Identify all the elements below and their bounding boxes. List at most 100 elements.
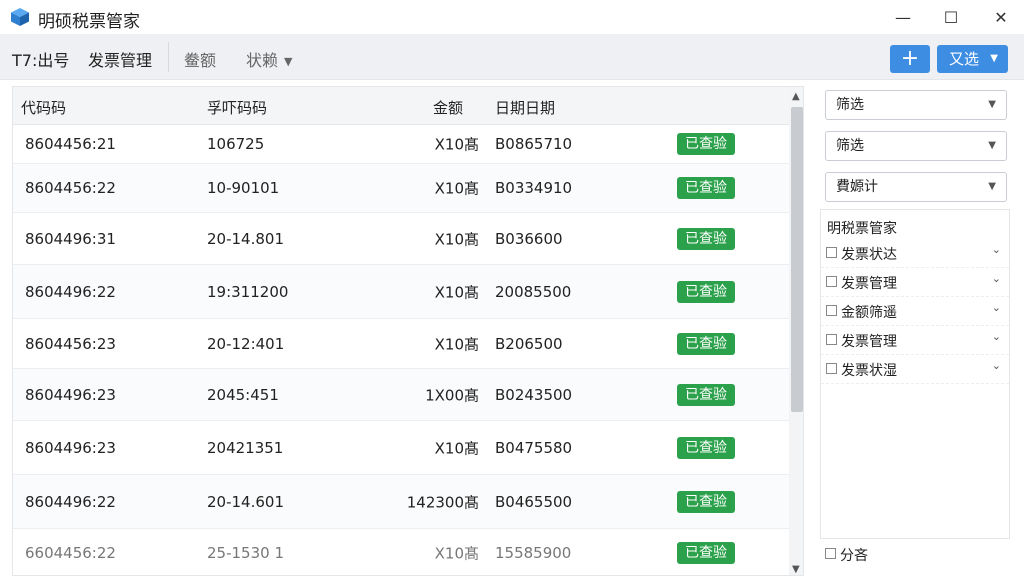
caret-down-icon: ▼ — [988, 181, 996, 192]
table-row[interactable]: 8604496:22 20-14.601 142300髙 B0465500 已查验 — [13, 475, 789, 529]
status-badge: 已查验 — [677, 436, 735, 459]
table-row[interactable]: 8604496:23 20421351 X10髙 B0475580 已查验 — [13, 421, 789, 475]
filter-label: 发票状湿 — [841, 363, 897, 379]
chevron-down-icon[interactable]: ⌄ — [992, 359, 1001, 372]
title-bar: 明硕税票管家 — ☐ ✕ — [0, 0, 1024, 34]
cell-amount: X10髙 — [434, 179, 479, 198]
cell-code: 8604456:22 — [25, 179, 116, 197]
bottom-checkbox[interactable] — [825, 548, 836, 559]
table-row[interactable]: 8604496:23 2045:451 1X00髙 B0243500 已查验 — [13, 369, 789, 421]
toolbar-item-invoice-management[interactable]: 发票管理 — [88, 47, 152, 71]
cell-amount: X10髙 — [434, 439, 479, 457]
cell-number: 10-90101 — [207, 179, 280, 197]
chevron-down-icon[interactable]: ⌄ — [992, 243, 1001, 256]
scrollbar-thumb[interactable] — [791, 107, 803, 412]
filter-dropdown-1[interactable]: 筛选 ▼ — [825, 90, 1007, 120]
filter-label: 发票管理 — [841, 334, 897, 350]
cell-amount: X10髙 — [434, 335, 479, 353]
cell-number: 20421351 — [207, 438, 284, 457]
cell-code: 8604496:23 — [25, 385, 116, 404]
chevron-down-icon[interactable]: ⌄ — [992, 330, 1001, 343]
toolbar-item-status[interactable]: 状赖 ▼ — [246, 47, 292, 71]
invoice-table: 代码码 孚吓码码 金额 日期日期 8604456:21 106725 X10髙 B08… — [12, 86, 804, 576]
minimize-button[interactable]: — — [880, 0, 926, 34]
filter-sidebar: 筛选 ▼ 筛选 ▼ 費嫄计 ▼ 明税票管家 发票状达 ⌄ 发票管理 ⌄ 金额筛遥 ⌄ 发票管… — [816, 86, 1016, 576]
scroll-down-arrow-icon[interactable]: ▼ — [792, 564, 800, 575]
table-row[interactable]: 8604456:21 106725 X10髙 B0865710 已查验 — [13, 125, 789, 164]
filter-item[interactable]: 发票状湿 ⌄ — [821, 355, 1009, 384]
toolbar-item-number[interactable]: T7:出号 — [12, 47, 69, 71]
statistics-dropdown[interactable]: 費嫄计 ▼ — [825, 172, 1007, 202]
filter-checkbox[interactable] — [826, 276, 837, 287]
table-header: 代码码 孚吓码码 金额 日期日期 — [13, 87, 789, 125]
cell-amount: X10髙 — [434, 230, 479, 248]
column-header-amount[interactable]: 金额 — [433, 97, 463, 118]
cell-number: 2045:451 — [207, 385, 279, 404]
cell-date: B0334910 — [495, 179, 573, 197]
cell-date: B0865710 — [495, 135, 573, 153]
cell-code: 8604496:23 — [25, 438, 116, 457]
filter-item[interactable]: 发票状达 ⌄ — [821, 239, 1009, 268]
maximize-button[interactable]: ☐ — [928, 0, 974, 34]
cell-code: 8604496:22 — [25, 492, 116, 511]
filter-checkbox[interactable] — [826, 247, 837, 258]
table-row[interactable]: 8604456:23 20-12:401 X10髙 B206500 已查验 — [13, 319, 789, 369]
filter-item[interactable]: 发票管理 ⌄ — [821, 326, 1009, 355]
status-badge: 已查验 — [677, 332, 735, 355]
filter-item[interactable]: 金额筛遥 ⌄ — [821, 297, 1009, 326]
cell-date: 20085500 — [495, 282, 572, 301]
cell-amount: X10髙 — [434, 135, 479, 154]
cell-number: 25-1530 1 — [207, 543, 284, 562]
cell-date: B0465500 — [495, 492, 573, 511]
status-badge: 已查验 — [677, 280, 735, 303]
cell-date: B036600 — [495, 229, 563, 248]
close-button[interactable]: ✕ — [978, 0, 1024, 34]
vertical-scrollbar[interactable]: ▲ ▼ — [789, 87, 803, 575]
cell-code: 6604456:22 — [25, 543, 116, 562]
chevron-down-icon[interactable]: ⌄ — [992, 301, 1001, 314]
cell-code: 8604456:23 — [25, 334, 116, 353]
status-badge: 已查验 — [677, 177, 735, 199]
cell-code: 8604496:31 — [25, 229, 116, 248]
cell-code: 8604496:22 — [25, 282, 116, 301]
status-badge: 已查验 — [677, 490, 735, 513]
table-row[interactable]: 8604496:31 20-14.801 X10髙 B036600 已查验 — [13, 213, 789, 265]
column-header-number[interactable]: 孚吓码码 — [207, 97, 267, 118]
filter-checkbox[interactable] — [826, 363, 837, 374]
filter-label: 金额筛遥 — [841, 305, 897, 321]
table-row[interactable]: 6604456:22 25-1530 1 X10髙 15585900 已查验 — [13, 529, 789, 575]
cell-number: 20-14.801 — [207, 229, 284, 248]
bottom-checkbox-label: 分吝 — [840, 548, 868, 564]
cell-date: B0475580 — [495, 438, 573, 457]
select-button-label: 又选 — [949, 50, 980, 68]
scroll-up-arrow-icon[interactable]: ▲ — [792, 91, 800, 102]
caret-down-icon: ▼ — [284, 55, 293, 68]
add-button[interactable]: + — [890, 45, 930, 73]
cell-code: 8604456:21 — [25, 135, 116, 153]
filter-checkbox[interactable] — [826, 305, 837, 316]
cell-date: B206500 — [495, 334, 563, 353]
toolbar-item-amount[interactable]: 鲞额 — [184, 47, 216, 71]
select-dropdown-button[interactable]: 又选 ▼ — [937, 45, 1008, 73]
table-row[interactable]: 8604496:22 19:311200 X10髙 20085500 已查验 — [13, 265, 789, 319]
cell-number: 20-12:401 — [207, 334, 285, 353]
cell-amount: X10髙 — [434, 283, 479, 301]
column-header-date[interactable]: 日期日期 — [495, 97, 555, 118]
toolbar-status-label: 状赖 — [246, 51, 279, 70]
chevron-down-icon[interactable]: ⌄ — [992, 272, 1001, 285]
status-badge: 已查验 — [677, 227, 735, 250]
table-row[interactable]: 8604456:22 10-90101 X10髙 B0334910 已查验 — [13, 164, 789, 213]
filter-panel-title: 明税票管家 — [827, 221, 897, 237]
filter-checkbox[interactable] — [826, 334, 837, 345]
filter-item[interactable]: 发票管理 ⌄ — [821, 268, 1009, 297]
filter-dropdown-2[interactable]: 筛选 ▼ — [825, 131, 1007, 161]
cell-amount: 142300髙 — [406, 493, 479, 511]
filter-panel: 明税票管家 发票状达 ⌄ 发票管理 ⌄ 金额筛遥 ⌄ 发票管理 ⌄ 发票状湿 ⌄ — [820, 209, 1010, 539]
cell-amount: X10髙 — [434, 544, 479, 562]
status-badge: 已查验 — [677, 383, 735, 406]
cell-date: 15585900 — [495, 543, 572, 562]
toolbar: T7:出号 发票管理 鲞额 状赖 ▼ — [0, 34, 1024, 80]
app-cube-icon — [11, 8, 29, 26]
cell-number: 20-14.601 — [207, 492, 284, 511]
column-header-code[interactable]: 代码码 — [21, 97, 66, 118]
